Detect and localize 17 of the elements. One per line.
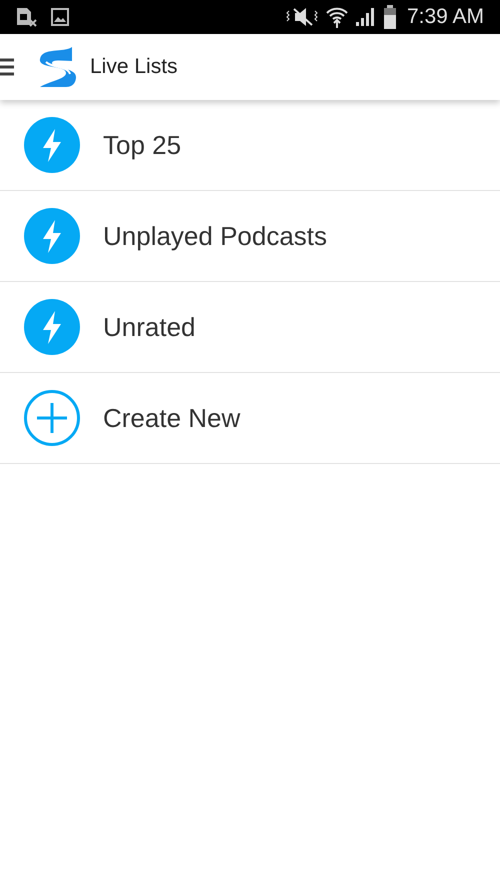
- lightning-icon: [24, 208, 80, 264]
- app-title: Live Lists: [90, 54, 178, 80]
- sim-card-icon: [16, 7, 38, 27]
- list-item[interactable]: Unplayed Podcasts: [0, 191, 500, 282]
- list-item[interactable]: Unrated: [0, 282, 500, 373]
- menu-icon[interactable]: [0, 57, 14, 77]
- mute-icon: [284, 7, 319, 27]
- lightning-icon: [24, 117, 80, 173]
- wifi-icon: [324, 6, 349, 28]
- plus-icon: [24, 390, 80, 446]
- battery-icon: [382, 5, 397, 29]
- list-item[interactable]: Top 25: [0, 100, 500, 191]
- clock: 7:39 AM: [406, 4, 484, 30]
- lightning-icon: [24, 299, 80, 355]
- list-item[interactable]: Create New: [0, 373, 500, 464]
- image-icon: [51, 8, 69, 26]
- signal-icon: [354, 7, 377, 27]
